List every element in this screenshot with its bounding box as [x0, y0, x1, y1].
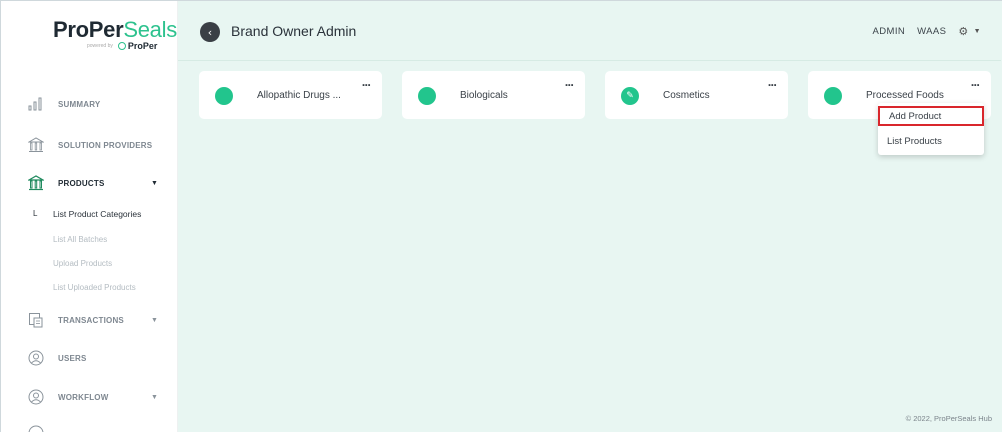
more-options-icon[interactable]: ...: [362, 78, 371, 89]
sidebar-item-workflow[interactable]: WORKFLOW ▼: [27, 386, 158, 408]
sidebar-item-label: PRODUCTS: [58, 178, 105, 188]
bank-icon: [27, 174, 45, 192]
chevron-down-icon[interactable]: ▼: [151, 180, 158, 187]
more-options-icon[interactable]: ...: [768, 78, 777, 89]
user-circle-icon: [27, 388, 45, 406]
menu-item-add-product[interactable]: Add Product: [878, 106, 984, 126]
proper-logo-icon: [117, 42, 126, 50]
category-card-biologicals[interactable]: Biologicals ...: [402, 71, 585, 119]
sidebar-subitem-list-uploaded-products[interactable]: List Uploaded Products: [53, 283, 136, 292]
sidebar-subitem-list-product-categories[interactable]: List Product Categories: [53, 209, 141, 219]
menu-item-list-products[interactable]: List Products: [878, 131, 984, 151]
chevron-down-icon[interactable]: ▼: [151, 394, 158, 401]
main-content: ‹ Brand Owner Admin ADMIN WAAS ⚙ ▼ Allop…: [178, 1, 1002, 432]
sidebar-item-summary[interactable]: SUMMARY: [27, 93, 100, 115]
sub-brand-name: ProPer: [127, 41, 158, 51]
more-options-icon[interactable]: ...: [565, 78, 574, 89]
sidebar-subitem-list-all-batches[interactable]: List All Batches: [53, 235, 107, 244]
chevron-left-icon: ‹: [207, 25, 213, 39]
powered-by: powered by ProPer: [87, 41, 157, 51]
status-dot: [215, 87, 233, 105]
sidebar-item-label: USERS: [58, 353, 87, 363]
sidebar-item-label: SUMMARY: [58, 99, 101, 109]
gear-icon: ⚙: [958, 26, 969, 38]
sidebar-item-label: TRANSACTIONS: [58, 315, 124, 325]
brand-logo[interactable]: ProPerSeals: [53, 17, 177, 43]
chevron-down-icon[interactable]: ▼: [151, 317, 158, 324]
user-circle-icon: [27, 424, 45, 432]
settings-dropdown[interactable]: ⚙ ▼: [958, 25, 981, 38]
more-options-icon[interactable]: ...: [971, 78, 980, 89]
category-card-cosmetics[interactable]: ✎ Cosmetics ...: [605, 71, 788, 119]
sidebar-item-solution-providers[interactable]: SOLUTION PROVIDERS: [27, 134, 152, 156]
category-label: Cosmetics: [663, 90, 710, 101]
category-label: Allopathic Drugs ...: [257, 90, 341, 101]
page-title: Brand Owner Admin: [231, 23, 357, 39]
category-card-allopathic-drugs[interactable]: Allopathic Drugs ... ...: [199, 71, 382, 119]
category-label: Biologicals: [460, 90, 508, 101]
brand-name-part1: ProPer: [53, 17, 124, 42]
edit-pencil-icon: ✎: [621, 87, 639, 105]
sidebar-item-products[interactable]: PRODUCTS ▼: [27, 172, 158, 194]
footer-copyright: © 2022, ProPerSeals Hub: [905, 414, 992, 423]
sidebar-item-users[interactable]: USERS: [27, 347, 87, 369]
user-role[interactable]: ADMIN: [873, 26, 906, 37]
powered-by-text: powered by: [87, 43, 113, 49]
sidebar: ProPerSeals powered by ProPer SUMMARY SO…: [1, 1, 178, 432]
document-icon: [27, 311, 45, 329]
brand-name-part2: Seals: [123, 17, 177, 42]
sidebar-item-label: WORKFLOW: [58, 392, 109, 402]
bar-chart-icon: [27, 95, 45, 113]
top-right-menu: ADMIN WAAS ⚙ ▼: [873, 25, 981, 38]
sidebar-item-transactions[interactable]: TRANSACTIONS ▼: [27, 309, 158, 331]
status-dot: [824, 87, 842, 105]
top-bar: ‹ Brand Owner Admin ADMIN WAAS ⚙ ▼: [178, 1, 1001, 61]
back-button[interactable]: ‹: [200, 22, 220, 42]
sidebar-item-label: SOLUTION PROVIDERS: [58, 140, 153, 150]
category-actions-menu: Add Product List Products: [878, 103, 984, 155]
sidebar-item-partial[interactable]: [27, 422, 58, 432]
sidebar-subitem-upload-products[interactable]: Upload Products: [53, 259, 112, 268]
category-label: Processed Foods: [866, 90, 944, 101]
tree-marker: L: [33, 209, 38, 218]
org-name[interactable]: WAAS: [917, 26, 946, 37]
user-circle-icon: [27, 349, 45, 367]
status-dot: [418, 87, 436, 105]
bank-icon: [27, 136, 45, 154]
caret-down-icon: ▼: [973, 28, 981, 35]
